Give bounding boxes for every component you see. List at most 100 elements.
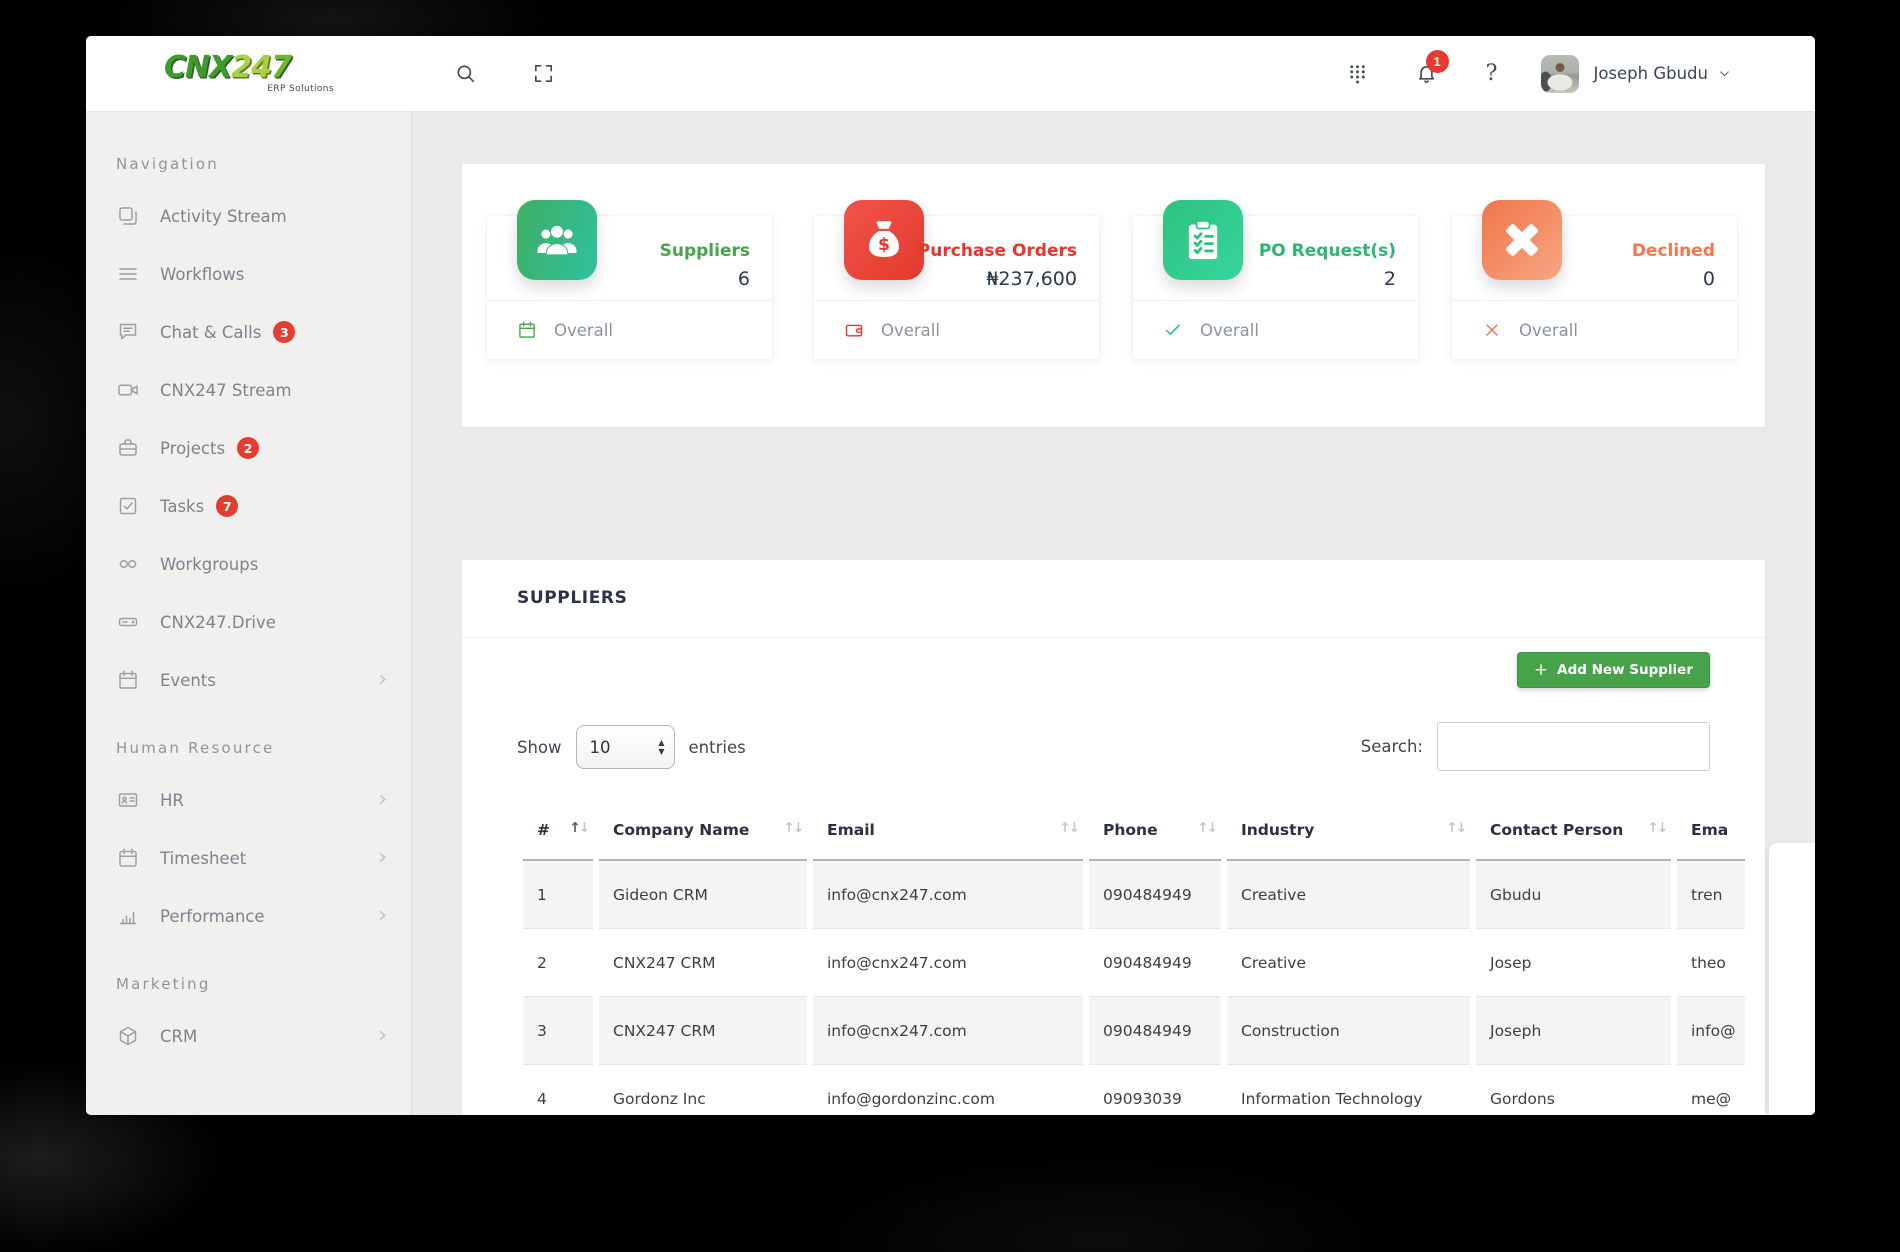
- page-size-select[interactable]: 10: [576, 725, 675, 769]
- table-cell: 1: [523, 861, 593, 929]
- sidebar-item-tasks[interactable]: Tasks7: [86, 477, 411, 535]
- stat-value: 0: [1474, 268, 1715, 290]
- check-icon: [1163, 320, 1183, 340]
- table-cell: 2: [523, 929, 593, 997]
- column-header-phone[interactable]: Phone↑↓: [1089, 798, 1221, 861]
- apps-grid-icon: [1346, 62, 1369, 85]
- sidebar-item-hr[interactable]: HR ›: [86, 771, 411, 829]
- table-row: 3CNX247 CRMinfo@cnx247.com090484949Const…: [523, 997, 1745, 1065]
- table-cell: Creative: [1227, 929, 1470, 997]
- chevron-right-icon: ›: [378, 847, 387, 869]
- table-cell: Joseph: [1476, 997, 1671, 1065]
- suppliers-panel: SUPPLIERS + Add New Supplier Show 10 ▲▼ …: [462, 560, 1765, 1115]
- sidebar-item-events[interactable]: Events ›: [86, 651, 411, 709]
- column-header-ema[interactable]: Ema↑↓: [1677, 798, 1745, 861]
- search-input[interactable]: [1437, 722, 1710, 771]
- table-cell: Gbudu: [1476, 861, 1671, 929]
- user-avatar[interactable]: [1541, 55, 1579, 93]
- id-card-icon: [116, 788, 140, 812]
- nav-section-title-marketing: Marketing: [86, 945, 411, 1007]
- table-cell: Josep: [1476, 929, 1671, 997]
- stat-title: Purchase Orders: [836, 241, 1077, 261]
- chevron-right-icon: ›: [378, 789, 387, 811]
- briefcase-icon: [116, 436, 140, 460]
- calendar-icon: [116, 846, 140, 870]
- table-cell: info@: [1677, 997, 1745, 1065]
- sidebar-item-activity-stream[interactable]: Activity Stream: [86, 187, 411, 245]
- sort-icon: ↑↓: [783, 820, 802, 836]
- sidebar-item-cnx247-drive[interactable]: CNX247.Drive: [86, 593, 411, 651]
- cnx247-logo[interactable]: CNX247 ERP Solutions: [164, 53, 334, 94]
- chat-icon: [116, 320, 140, 344]
- count-badge: 3: [273, 321, 295, 343]
- sidebar-item-label: Workflows: [160, 265, 244, 284]
- sidebar-item-projects[interactable]: Projects 2: [86, 419, 411, 477]
- bar-chart-icon: [116, 904, 140, 928]
- count-badge: 2: [237, 437, 259, 459]
- sidebar-item-chat-calls[interactable]: Chat & Calls 3: [86, 303, 411, 361]
- table-row: 4Gordonz Incinfo@gordonzinc.com09093039I…: [523, 1065, 1745, 1115]
- stat-footer-label: Overall: [554, 321, 613, 340]
- stat-value: 6: [509, 268, 750, 290]
- fullscreen-button[interactable]: [532, 62, 555, 85]
- workflows-icon: [116, 262, 140, 286]
- sidebar-item-workflows[interactable]: Workflows: [86, 245, 411, 303]
- table-cell: 090484949: [1089, 997, 1221, 1065]
- table-cell: me@: [1677, 1065, 1745, 1115]
- table-row: 1Gideon CRMinfo@cnx247.com090484949Creat…: [523, 861, 1745, 929]
- stat-value: 2: [1155, 268, 1396, 290]
- column-header-col-0[interactable]: #↑↓: [523, 798, 593, 861]
- table-cell: 090484949: [1089, 861, 1221, 929]
- column-header-contact-person[interactable]: Contact Person↑↓: [1476, 798, 1671, 861]
- table-search-control: Search:: [1361, 722, 1710, 771]
- sidebar-item-performance[interactable]: Performance›: [86, 887, 411, 945]
- chevron-down-icon[interactable]: [1718, 67, 1731, 80]
- table-cell: info@cnx247.com: [813, 861, 1083, 929]
- entries-label: entries: [689, 738, 746, 757]
- chevron-right-icon: ›: [378, 1025, 387, 1047]
- stat-card-declined: Declined 0 Overall: [1452, 216, 1737, 359]
- sidebar-item-crm[interactable]: CRM ›: [86, 1007, 411, 1065]
- fullscreen-icon: [532, 62, 555, 85]
- column-header-company-name[interactable]: Company Name↑↓: [599, 798, 807, 861]
- column-header-email[interactable]: Email↑↓: [813, 798, 1083, 861]
- x-icon: [1482, 320, 1502, 340]
- sidebar-item-label: Events: [160, 671, 216, 690]
- column-header-industry[interactable]: Industry↑↓: [1227, 798, 1470, 861]
- sidebar-item-workgroups[interactable]: Workgroups: [86, 535, 411, 593]
- table-cell: tren: [1677, 861, 1745, 929]
- stat-title: Declined: [1474, 241, 1715, 261]
- stats-panel: Suppliers 6 Overall $: [462, 164, 1765, 427]
- sort-icon: ↑↓: [1197, 820, 1216, 836]
- sidebar-item-label: CNX247 Stream: [160, 381, 292, 400]
- panel-title: SUPPLIERS: [517, 588, 627, 608]
- background-window-edge: [1769, 843, 1815, 1115]
- user-name[interactable]: Joseph Gbudu: [1593, 64, 1708, 83]
- notifications-button[interactable]: 1: [1415, 62, 1438, 85]
- chevron-right-icon: ›: [378, 669, 387, 691]
- nav-section-title-human-resource: Human Resource: [86, 709, 411, 771]
- logo-subtitle: ERP Solutions: [164, 85, 334, 94]
- wallet-icon: [844, 320, 864, 340]
- table-cell: CNX247 CRM: [599, 997, 807, 1065]
- notification-badge: 1: [1426, 50, 1449, 73]
- stat-footer-label: Overall: [881, 321, 940, 340]
- table-cell: info@gordonzinc.com: [813, 1065, 1083, 1115]
- sidebar-item-label: HR: [160, 791, 184, 810]
- add-new-supplier-button[interactable]: + Add New Supplier: [1517, 652, 1710, 688]
- apps-grid-button[interactable]: [1346, 62, 1369, 85]
- main-content: Suppliers 6 Overall $: [412, 111, 1815, 1115]
- sidebar-item-cnx247-stream[interactable]: CNX247 Stream: [86, 361, 411, 419]
- sidebar-item-label: CRM: [160, 1027, 197, 1046]
- sidebar-item-label: Performance: [160, 907, 265, 926]
- search-button[interactable]: [454, 62, 477, 85]
- sidebar-item-timesheet[interactable]: Timesheet›: [86, 829, 411, 887]
- help-button[interactable]: ?: [1486, 61, 1498, 86]
- sidebar-item-label: Workgroups: [160, 555, 258, 574]
- table-cell: Information Technology: [1227, 1065, 1470, 1115]
- sidebar-item-label: Chat & Calls: [160, 323, 261, 342]
- sort-icon: ↑↓: [1647, 820, 1666, 836]
- table-cell: info@cnx247.com: [813, 929, 1083, 997]
- stat-card-po-requests: PO Request(s) 2 Overall: [1133, 216, 1418, 359]
- sidebar-item-label: Projects: [160, 439, 225, 458]
